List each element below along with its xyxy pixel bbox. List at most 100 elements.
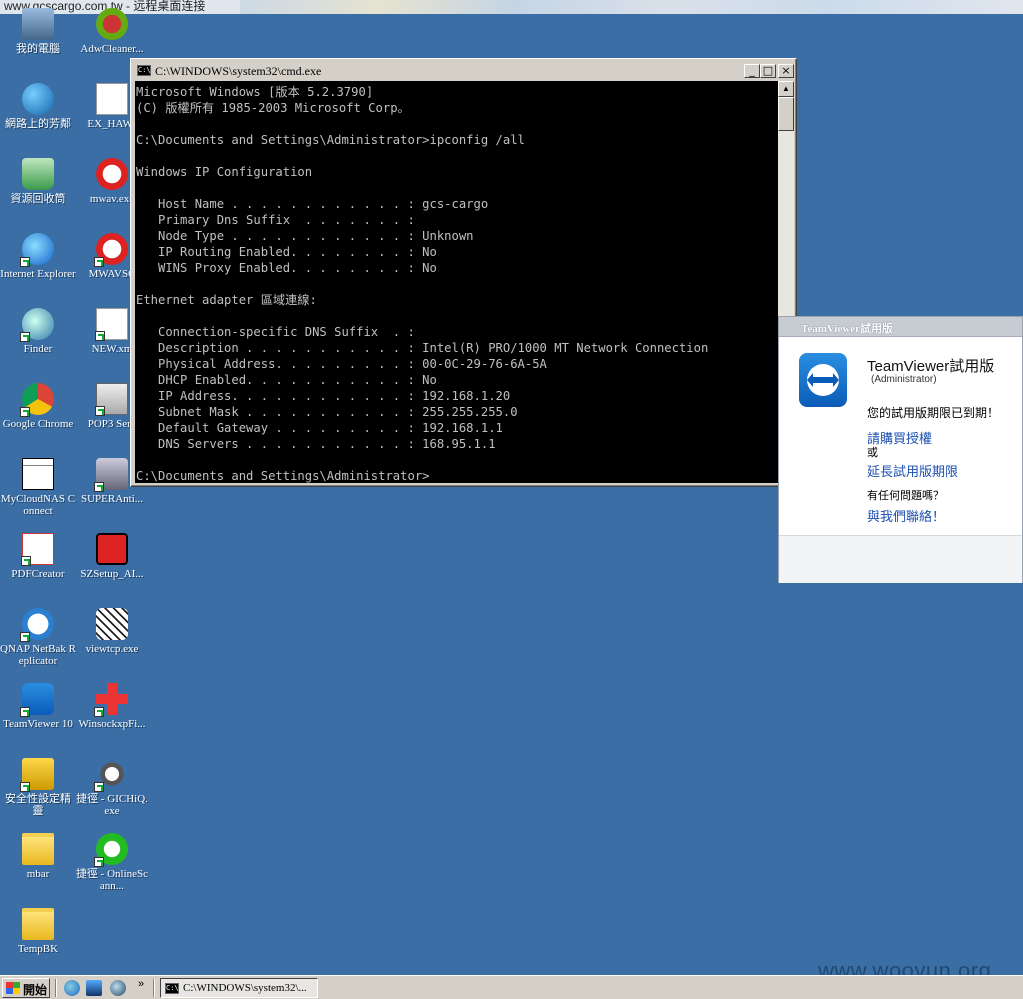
browser-quicklaunch-icon[interactable] [110, 980, 126, 996]
desktop-icon[interactable]: mbar [0, 833, 76, 880]
app-name: TeamViewer試用版 [867, 358, 995, 375]
extend-trial-link[interactable]: 延長試用版期限 [867, 461, 958, 480]
desktop-icon-label: Internet Explorer [0, 268, 76, 280]
question-text: 有任何問題嗎？ [867, 490, 944, 502]
shortcut-arrow-icon [94, 482, 104, 492]
taskbar-separator [55, 979, 57, 997]
desktop-icon[interactable]: Internet Explorer [0, 233, 76, 280]
popup-header: TeamViewer試用版 [779, 317, 1022, 337]
close-button[interactable]: × [778, 64, 794, 78]
cmd-icon: C:\ [137, 65, 151, 76]
teamviewer-icon [20, 683, 54, 717]
console-line: DHCP Enabled. . . . . . . . . . . : No [136, 373, 437, 387]
desktop-icon[interactable]: TeamViewer 10 [0, 683, 76, 730]
desktop-icon-label: 資源回收筒 [10, 193, 66, 205]
desktop-icon[interactable]: 安全性設定精靈 [0, 758, 76, 817]
gear-icon [94, 758, 128, 792]
desktop-icon-label: 我的電腦 [16, 43, 60, 55]
console-line: Description . . . . . . . . . . . : Inte… [136, 341, 709, 355]
maximize-button[interactable]: □ [760, 64, 776, 78]
desktop-icon-label: TempBK [17, 943, 59, 955]
console-line: Subnet Mask . . . . . . . . . . . : 255.… [136, 405, 518, 419]
console-text: Microsoft Windows [版本 5.2.3790] (C) 版權所有 … [135, 81, 778, 483]
adwcleaner-icon [96, 8, 128, 40]
console-line: Windows IP Configuration [136, 165, 313, 179]
cmd-icon: C:\ [165, 983, 179, 994]
superantispyware-icon [94, 458, 128, 492]
desktop-icon[interactable]: 捷徑 - GICHiQ.exe [74, 758, 150, 817]
desktop-icon-label: mbar [26, 868, 50, 880]
desktop-icon[interactable]: Google Chrome [0, 383, 76, 430]
shortcut-arrow-icon [94, 257, 104, 267]
desktop-icon-label: QNAP NetBak Replicator [0, 643, 76, 667]
red-cross-icon [94, 683, 128, 717]
desktop-icon[interactable]: AdwCleaner... [74, 8, 150, 55]
console-line: Default Gateway . . . . . . . . . : 192.… [136, 421, 503, 435]
internet-explorer-icon [20, 233, 54, 267]
online-scanner-icon [94, 833, 128, 867]
folder-icon [22, 833, 54, 865]
shortcut-arrow-icon [20, 407, 30, 417]
sz-icon [96, 533, 128, 565]
desktop-icon-label: 安全性設定精靈 [5, 793, 71, 817]
outlook-quicklaunch-icon[interactable] [86, 980, 102, 996]
shortcut-arrow-icon [20, 257, 30, 267]
shortcut-arrow-icon [20, 632, 30, 642]
console-line: (C) 版權所有 1985-2003 Microsoft Corp。 [136, 101, 410, 115]
scroll-thumb[interactable] [778, 97, 794, 131]
desktop-icon[interactable]: TempBK [0, 908, 76, 955]
desktop-icon-label: PDFCreator [11, 568, 65, 580]
ie-quicklaunch-icon[interactable] [64, 980, 80, 996]
cmd-window[interactable]: C:\ C:\WINDOWS\system32\cmd.exe _ □ × Mi… [130, 58, 797, 487]
cmd-title-bar[interactable]: C:\ C:\WINDOWS\system32\cmd.exe _ □ × [134, 62, 794, 80]
desktop-icon[interactable]: MyCloudNAS Connect [0, 458, 76, 517]
desktop-icon[interactable]: SZSetup_AI... [74, 533, 150, 580]
desktop-icon[interactable]: 資源回收筒 [0, 158, 76, 205]
desktop-icon[interactable]: 捷徑 - OnlineScann... [74, 833, 150, 892]
chrome-icon [20, 383, 54, 417]
desktop-icon[interactable]: QNAP NetBak Replicator [0, 608, 76, 667]
viewtcp-icon [96, 608, 128, 640]
popup-footer [779, 535, 1022, 583]
taskbar-cmd-button[interactable]: C:\ C:\WINDOWS\system32\... [160, 978, 318, 998]
contact-us-link[interactable]: 與我們聯絡！ [867, 506, 945, 525]
shortcut-arrow-icon [95, 406, 105, 416]
desktop-icon[interactable]: PDFCreator [0, 533, 76, 580]
desktop-icon[interactable]: 網路上的芳鄰 [0, 83, 76, 130]
console-line: C:\Documents and Settings\Administrator> [136, 469, 430, 483]
file-icon [95, 308, 128, 341]
quicklaunch-chevron[interactable]: » [138, 978, 144, 990]
console-line: WINS Proxy Enabled. . . . . . . . : No [136, 261, 437, 275]
desktop-icon[interactable]: viewtcp.exe [74, 608, 150, 655]
folder-icon [22, 908, 54, 940]
console-line: C:\Documents and Settings\Administrator>… [136, 133, 525, 147]
shortcut-arrow-icon [94, 857, 104, 867]
minimize-button[interactable]: _ [744, 64, 760, 78]
scroll-up-button[interactable]: ▲ [778, 81, 794, 97]
network-icon [22, 83, 54, 115]
desktop-icon[interactable]: Finder [0, 308, 76, 355]
desktop-icon[interactable]: 我的電腦 [0, 8, 76, 55]
desktop-icon-label: 捷徑 - GICHiQ.exe [76, 793, 148, 817]
start-label: 開始 [23, 983, 48, 997]
desktop-icon[interactable]: WinsockxpFi... [74, 683, 150, 730]
desktop-icon-label: WinsockxpFi... [78, 718, 146, 730]
start-button[interactable]: 開始 [2, 978, 50, 998]
shortcut-arrow-icon [21, 556, 31, 566]
popup-header-title: TeamViewer試用版 [801, 323, 894, 335]
antivirus-icon [94, 233, 128, 267]
expired-message: 您的試用版期限已到期！ [867, 406, 1000, 420]
shortcut-arrow-icon [20, 782, 30, 792]
cmd-window-title: C:\WINDOWS\system32\cmd.exe [155, 64, 322, 78]
user-name: (Administrator) [871, 374, 937, 385]
desktop-icon-label: 網路上的芳鄰 [5, 118, 71, 130]
console-line: Connection-specific DNS Suffix . : [136, 325, 415, 339]
console-output[interactable]: Microsoft Windows [版本 5.2.3790] (C) 版權所有 … [135, 81, 778, 483]
console-line: Microsoft Windows [版本 5.2.3790] [136, 85, 374, 99]
security-wizard-icon [20, 758, 54, 792]
exe-file-icon [96, 83, 128, 115]
